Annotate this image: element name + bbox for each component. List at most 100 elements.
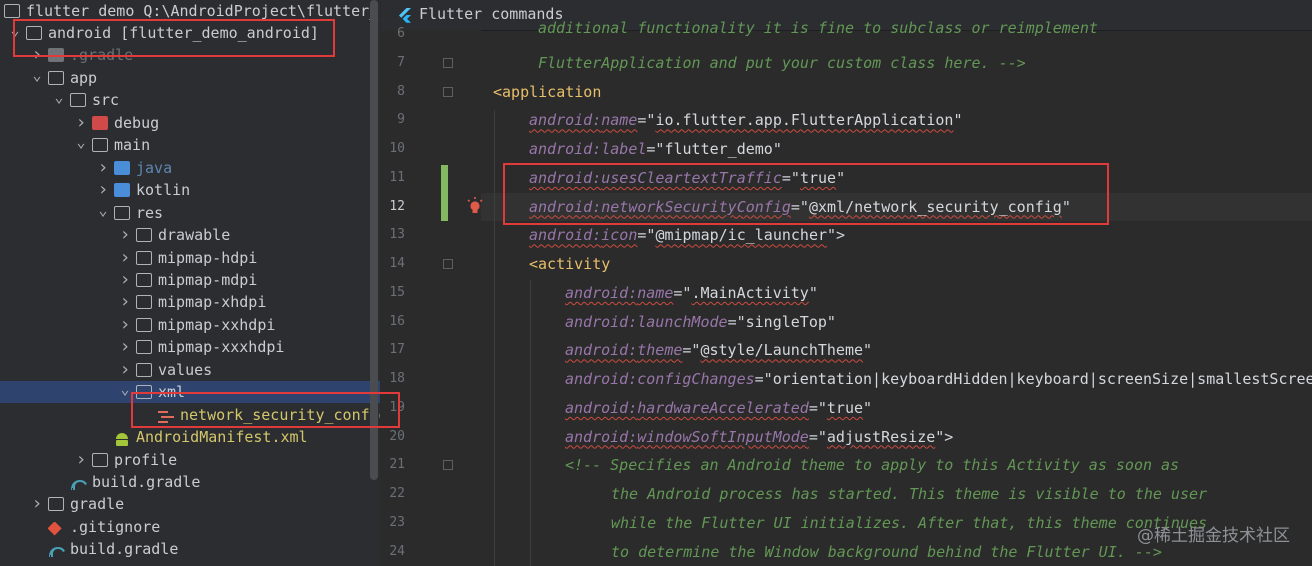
- code-line[interactable]: while the Flutter UI initializes. After …: [611, 509, 1207, 537]
- attribute-value: io.flutter.app.FlutterApplication: [655, 111, 954, 130]
- tree-item[interactable]: › mipmap-hdpi: [0, 247, 380, 269]
- chevron-right-icon[interactable]: ›: [74, 112, 88, 134]
- attribute-value: singleTop: [745, 312, 827, 331]
- chevron-right-icon[interactable]: ›: [30, 493, 44, 515]
- tree-item[interactable]: ⌄ src: [0, 89, 380, 111]
- folder-icon: [70, 93, 86, 108]
- chevron-right-icon[interactable]: ›: [118, 359, 132, 381]
- attribute-value: @mipmap/ic_launcher: [655, 226, 828, 245]
- line-number: 10: [389, 141, 405, 156]
- folder-icon: [92, 138, 108, 153]
- attribute-namespace: android:: [565, 370, 638, 388]
- attribute-name: name: [601, 111, 638, 130]
- tree-item-label: drawable: [158, 226, 231, 245]
- attribute-namespace: android:: [565, 283, 638, 302]
- folder-icon: [92, 452, 108, 467]
- tree-item[interactable]: › debug: [0, 112, 380, 134]
- tree-item[interactable]: ⌄ app: [0, 67, 380, 89]
- chevron-right-icon[interactable]: ›: [118, 314, 132, 336]
- chevron-right-icon[interactable]: ›: [96, 179, 110, 201]
- folder-icon: [136, 362, 152, 377]
- chevron-down-icon[interactable]: ⌄: [74, 134, 88, 156]
- code-line[interactable]: <application: [493, 78, 601, 106]
- tree-item[interactable]: › mipmap-xxxhdpi: [0, 336, 380, 358]
- tree-item[interactable]: › profile: [0, 449, 380, 471]
- folder-icon: [136, 272, 152, 287]
- tree-item[interactable]: › values: [0, 359, 380, 381]
- tree-item[interactable]: › kotlin: [0, 179, 380, 201]
- code-line[interactable]: <activity: [529, 250, 610, 278]
- chevron-down-icon[interactable]: ⌄: [52, 89, 66, 111]
- tree-item[interactable]: › drawable: [0, 224, 380, 246]
- project-tree-panel: flutter_demo Q:\AndroidProject\flutter_ …: [0, 0, 380, 566]
- code-line[interactable]: android:icon="@mipmap/ic_launcher">: [529, 221, 845, 249]
- attribute-value: true: [826, 398, 864, 417]
- attribute-name: name: [637, 283, 674, 302]
- chevron-right-icon[interactable]: ›: [118, 269, 132, 291]
- fold-marker-icon[interactable]: [443, 86, 453, 97]
- line-number: 15: [389, 284, 405, 300]
- chevron-down-icon[interactable]: ⌄: [118, 381, 132, 403]
- chevron-right-icon[interactable]: ›: [118, 336, 132, 358]
- comment-text: to determine the Window background behin…: [611, 542, 1162, 561]
- tree-item-label: main: [114, 136, 151, 155]
- line-number: 14: [389, 256, 405, 271]
- tree-item[interactable]: build.gradle: [0, 471, 380, 493]
- tree-item[interactable]: .gitignore: [0, 516, 380, 538]
- code-line[interactable]: android:configChanges="orientation|keybo…: [565, 365, 1312, 393]
- attribute-value: orientation|keyboardHidden|keyboard|scre…: [772, 370, 1312, 388]
- fold-marker-icon[interactable]: [443, 57, 453, 68]
- tree-item[interactable]: ⌄ main: [0, 134, 380, 156]
- tree-item-label: mipmap-hdpi: [158, 248, 258, 267]
- fold-marker-icon[interactable]: [443, 259, 453, 269]
- code-line[interactable]: to determine the Window background behin…: [611, 538, 1162, 566]
- code-line[interactable]: android:launchMode="singleTop": [565, 308, 836, 336]
- code-line[interactable]: android:theme="@style/LaunchTheme": [565, 336, 872, 364]
- comment-text: FlutterApplication and put your custom c…: [538, 53, 1026, 72]
- change-marker: [441, 193, 448, 221]
- code-line[interactable]: android:name=".MainActivity": [565, 279, 818, 307]
- tree-item[interactable]: › java: [0, 157, 380, 179]
- indent-guide: [494, 110, 495, 566]
- tree-item[interactable]: build.gradle: [0, 538, 380, 560]
- tree-item-label: mipmap-xxhdpi: [158, 315, 276, 334]
- tree-item-label: build.gradle: [92, 473, 201, 491]
- line-number: 16: [389, 313, 405, 329]
- code-line[interactable]: android:name="io.flutter.app.FlutterAppl…: [529, 106, 962, 134]
- tree-item-label: mipmap-xhdpi: [158, 293, 267, 312]
- tree-item-label: java: [136, 158, 173, 177]
- code-line[interactable]: android:windowSoftInputMode="adjustResiz…: [565, 423, 953, 451]
- chevron-right-icon[interactable]: ›: [118, 247, 132, 269]
- attribute-namespace: android:: [529, 226, 602, 245]
- tree-item-label: debug: [114, 113, 160, 132]
- folder-icon: [136, 295, 152, 310]
- tree-item[interactable]: › mipmap-xxhdpi: [0, 314, 380, 336]
- chevron-down-icon[interactable]: ⌄: [30, 67, 44, 89]
- code-line[interactable]: the Android process has started. This th…: [611, 480, 1207, 508]
- line-number: 9: [397, 112, 405, 128]
- code-line[interactable]: FlutterApplication and put your custom c…: [538, 49, 1026, 77]
- code-line[interactable]: android:label="flutter_demo": [529, 135, 782, 163]
- chevron-right-icon[interactable]: ›: [118, 224, 132, 246]
- folder-icon: [114, 183, 130, 198]
- code-line[interactable]: android:hardwareAccelerated="true": [565, 394, 872, 422]
- tree-item[interactable]: › mipmap-xhdpi: [0, 291, 380, 313]
- chevron-down-icon[interactable]: ⌄: [96, 202, 110, 224]
- chevron-right-icon[interactable]: ›: [118, 291, 132, 313]
- code-line[interactable]: <!-- Specifies an Android theme to apply…: [565, 451, 1179, 479]
- chevron-right-icon[interactable]: ›: [96, 157, 110, 179]
- code-line[interactable]: additional functionality it is fine to s…: [538, 14, 1098, 42]
- chevron-right-icon[interactable]: ›: [74, 449, 88, 471]
- tree-item-label: AndroidManifest.xml: [136, 428, 308, 447]
- tree-item[interactable]: AndroidManifest.xml: [0, 426, 380, 448]
- watermark: @稀土掘金技术社区: [1137, 526, 1290, 546]
- tree-item[interactable]: › mipmap-mdpi: [0, 269, 380, 291]
- intention-bulb-icon[interactable]: [466, 196, 484, 216]
- fold-marker-icon[interactable]: [443, 460, 453, 471]
- tree-item[interactable]: › gradle: [0, 493, 380, 515]
- comment-text: the Android process has started. This th…: [611, 485, 1208, 503]
- attribute-namespace: android:: [565, 312, 638, 331]
- tree-item-label: profile: [114, 450, 178, 469]
- tree-item[interactable]: ⌄ res: [0, 202, 380, 224]
- tree-item-label: kotlin: [136, 181, 191, 200]
